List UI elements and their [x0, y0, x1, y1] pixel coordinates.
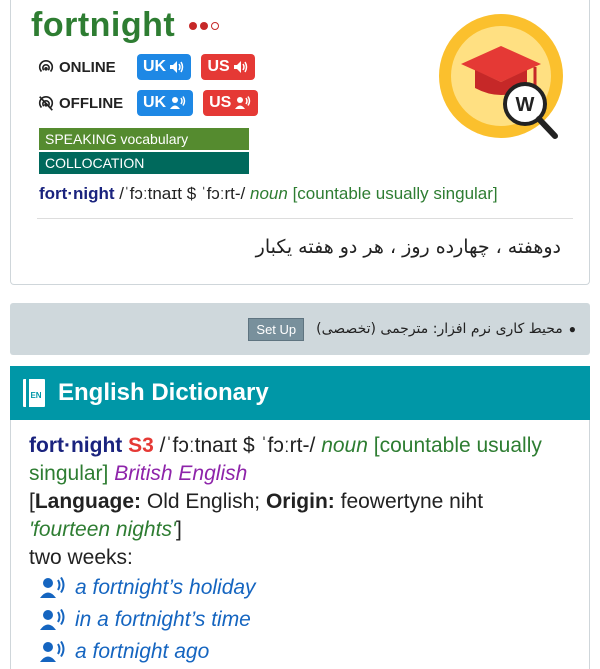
setup-button[interactable]: Set Up — [248, 317, 305, 341]
speaker-icon — [233, 61, 247, 73]
person-speaking-icon — [40, 641, 65, 662]
online-row: ONLINE UK US — [37, 54, 265, 80]
svg-text:EN: EN — [30, 391, 41, 400]
definition: two weeks: — [29, 546, 133, 569]
example-text: a fortnight’s holiday — [75, 576, 256, 599]
persian-translation: دوهفته ، چهارده روز ، هر دو هفته يكبار — [255, 236, 561, 258]
entry-headword: fort·night — [39, 184, 115, 203]
workspace-bar: Set Up محیط کاری نرم افزار: مترجمی (تخصص… — [10, 303, 590, 355]
example-item[interactable]: a fortnight ago — [39, 636, 571, 668]
svg-text:W: W — [516, 94, 535, 116]
bullet-icon: ● — [568, 322, 576, 336]
us-offline-button[interactable]: US — [203, 90, 259, 116]
uk-online-button[interactable]: UK — [137, 54, 192, 80]
etymology: [Language: Old English; Origin: feowerty… — [29, 490, 484, 541]
example-text: a fortnight ago — [75, 640, 210, 663]
offline-row: OFFLINE UK US — [37, 90, 268, 116]
headword: fortnight — [31, 6, 176, 44]
app-logo-icon: W — [439, 14, 563, 139]
person-speaking-icon — [40, 609, 65, 630]
example-item[interactable]: a fortnight’s holiday — [39, 572, 571, 604]
uk-label: UK — [143, 58, 167, 75]
dict-pos: noun — [321, 434, 368, 457]
dict-entry-line: fort·night S3 /ˈfɔːtnaɪt $ ˈfɔːrt-/ noun… — [29, 432, 571, 488]
us-online-button[interactable]: US — [201, 54, 256, 80]
dictionary-header[interactable]: EN English Dictionary — [10, 366, 590, 420]
us-label: US — [209, 94, 232, 111]
dictionary-body: fort·night S3 /ˈfɔːtnaɪt $ ˈfɔːrt-/ noun… — [10, 420, 590, 669]
entry-ipa: /ˈfɔːtnaɪt $ ˈfɔːrt-/ — [119, 184, 246, 203]
us-label: US — [207, 58, 230, 75]
frequency-dot — [189, 22, 197, 30]
entry-line: fort·night /ˈfɔːtnaɪt $ ˈfɔːrt-/ noun [c… — [39, 184, 498, 204]
workspace-text: محیط کاری نرم افزار: مترجمی (تخصصی) — [316, 321, 563, 337]
offline-icon — [38, 96, 54, 111]
example-item[interactable]: in a fortnight’s time — [39, 604, 571, 636]
word-card: fortnight ONLINE UK US OFFLINE UK US SPE… — [10, 0, 590, 285]
uk-label: UK — [143, 94, 167, 111]
etym-gloss: 'fourteen nights' — [29, 518, 176, 541]
book-icon: EN — [23, 379, 45, 407]
speaking-vocabulary-tag[interactable]: SPEAKING vocabulary — [39, 128, 249, 150]
frequency-dot — [200, 22, 208, 30]
entry-pos: noun — [250, 184, 288, 203]
person-speaking-icon — [40, 577, 65, 598]
example-text: in a fortnight’s time — [75, 608, 251, 631]
offline-label: OFFLINE — [59, 94, 124, 112]
etym-origin-label: Origin: — [265, 490, 335, 513]
dictionary-title: English Dictionary — [58, 379, 269, 406]
collocation-tag[interactable]: COLLOCATION — [39, 152, 249, 174]
dict-region: British English — [114, 462, 248, 485]
dict-ipa: /ˈfɔːtnaɪt $ ˈfɔːrt-/ — [159, 434, 316, 457]
frequency-dots — [189, 22, 219, 30]
level-badge: S3 — [128, 434, 154, 457]
divider — [37, 218, 573, 219]
speaker-icon — [170, 61, 184, 73]
dict-headword: fort·night — [29, 434, 123, 457]
person-speaking-icon — [170, 96, 186, 109]
etym-origin: feowertyne niht — [340, 490, 484, 513]
entry-grammar: [countable usually singular] — [292, 184, 498, 203]
frequency-dot-empty — [211, 22, 219, 30]
etym-language: Old English; — [146, 490, 261, 513]
etym-language-label: Language: — [34, 490, 142, 513]
person-speaking-icon — [235, 96, 251, 109]
online-label: ONLINE — [59, 58, 116, 76]
uk-offline-button[interactable]: UK — [137, 90, 194, 116]
online-icon — [38, 60, 54, 73]
